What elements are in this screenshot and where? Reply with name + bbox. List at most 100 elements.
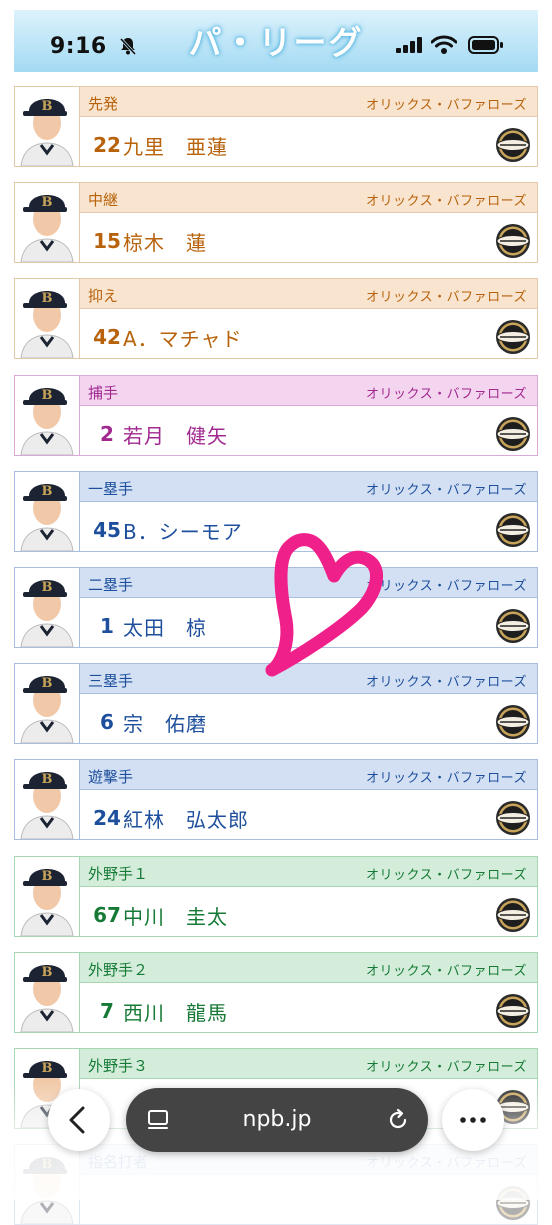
player-avatar-icon: B [20, 676, 74, 743]
svg-text:B: B [42, 1061, 53, 1076]
player-card[interactable]: B 先発 オリックス・バファローズ 22 九里 亜蓮 [14, 86, 538, 167]
player-name[interactable]: 西川 龍馬 [123, 997, 228, 1026]
svg-text:B: B [42, 580, 53, 595]
player-name[interactable]: A．マチャド [123, 323, 242, 352]
player-photo: B [15, 664, 80, 743]
wifi-icon [431, 35, 457, 54]
player-name[interactable]: 中川 圭太 [123, 901, 228, 930]
player-name[interactable]: B．シーモア [123, 516, 243, 545]
player-card[interactable]: B 三塁手 オリックス・バファローズ 6 宗 佑磨 [14, 663, 538, 744]
player-card[interactable]: B 抑え オリックス・バファローズ 42 A．マチャド [14, 278, 538, 359]
position-label: 遊撃手 [88, 768, 134, 786]
position-label: 中継 [88, 191, 119, 209]
svg-text:B: B [42, 195, 53, 210]
address-bar[interactable]: npb.jp [126, 1088, 428, 1152]
team-logo-icon [496, 320, 530, 354]
uniform-number: 67 [93, 903, 121, 927]
more-button[interactable] [442, 1089, 504, 1151]
position-label: 先発 [88, 95, 119, 113]
player-card[interactable]: B 遊撃手 オリックス・バファローズ 24 紅林 弘太郎 [14, 759, 538, 840]
player-avatar-icon: B [20, 99, 74, 166]
player-card[interactable]: B 一塁手 オリックス・バファローズ 45 B．シーモア [14, 471, 538, 552]
team-name: オリックス・バファローズ [366, 387, 527, 402]
player-name[interactable]: 太田 椋 [123, 612, 207, 641]
uniform-number: 15 [93, 229, 121, 253]
player-avatar-icon: B [20, 772, 74, 839]
team-name: オリックス・バファローズ [366, 771, 527, 786]
player-photo: B [15, 472, 80, 551]
player-card[interactable]: B 二塁手 オリックス・バファローズ 1 太田 椋 [14, 567, 538, 648]
team-name: オリックス・バファローズ [366, 579, 527, 594]
position-bar: 先発 オリックス・バファローズ [80, 87, 537, 117]
player-photo: B [15, 87, 80, 166]
player-card[interactable]: B 外野手２ オリックス・バファローズ 7 西川 龍馬 [14, 952, 538, 1033]
position-bar: 外野手１ オリックス・バファローズ [80, 857, 537, 887]
player-avatar-icon: B [20, 965, 74, 1032]
player-avatar-icon: B [20, 195, 74, 262]
position-bar: 捕手 オリックス・バファローズ [80, 376, 537, 406]
player-avatar-icon: B [20, 484, 74, 551]
player-name[interactable]: 宗 佑磨 [123, 708, 207, 737]
team-name: オリックス・バファローズ [366, 194, 527, 209]
team-logo-icon [496, 417, 530, 451]
position-bar: 抑え オリックス・バファローズ [80, 279, 537, 309]
uniform-number: 42 [93, 325, 121, 349]
battery-icon [468, 36, 503, 54]
player-name[interactable]: 椋木 蓮 [123, 227, 207, 256]
uniform-number: 1 [100, 614, 114, 638]
svg-text:B: B [42, 676, 53, 691]
reload-icon[interactable] [385, 1107, 411, 1133]
uniform-number: 24 [93, 806, 121, 830]
back-button[interactable] [48, 1089, 110, 1151]
player-photo: B [15, 568, 80, 647]
chevron-left-icon [69, 1106, 85, 1134]
svg-text:B: B [42, 965, 53, 980]
player-avatar-icon: B [20, 291, 74, 358]
position-label: 外野手１ [88, 865, 149, 883]
team-name: オリックス・バファローズ [366, 483, 527, 498]
position-bar: 一塁手 オリックス・バファローズ [80, 472, 537, 502]
team-name: オリックス・バファローズ [366, 1060, 527, 1075]
team-name: オリックス・バファローズ [366, 98, 527, 113]
player-card[interactable]: B 捕手 オリックス・バファローズ 2 若月 健矢 [14, 375, 538, 456]
team-logo-icon [496, 705, 530, 739]
player-card[interactable]: B 中継 オリックス・バファローズ 15 椋木 蓮 [14, 182, 538, 263]
position-bar: 三塁手 オリックス・バファローズ [80, 664, 537, 694]
uniform-number: 2 [100, 422, 114, 446]
player-photo: B [15, 857, 80, 936]
position-bar: 中継 オリックス・バファローズ [80, 183, 537, 213]
player-name[interactable]: 紅林 弘太郎 [123, 804, 249, 833]
team-logo-icon [496, 994, 530, 1028]
uniform-number: 7 [100, 999, 114, 1023]
more-icon [460, 1117, 486, 1123]
svg-text:B: B [42, 869, 53, 884]
svg-text:B: B [42, 291, 53, 306]
player-photo: B [15, 279, 80, 358]
uniform-number: 6 [100, 710, 114, 734]
position-bar: 二塁手 オリックス・バファローズ [80, 568, 537, 598]
position-label: 外野手２ [88, 961, 149, 979]
player-avatar-icon: B [20, 869, 74, 936]
position-label: 二塁手 [88, 576, 134, 594]
svg-text:B: B [42, 484, 53, 499]
position-label: 抑え [88, 287, 119, 305]
position-bar: 外野手２ オリックス・バファローズ [80, 953, 537, 983]
player-card[interactable]: B 外野手１ オリックス・バファローズ 67 中川 圭太 [14, 856, 538, 937]
cell-signal-icon [396, 37, 422, 53]
team-name: オリックス・バファローズ [366, 675, 527, 690]
player-name[interactable]: 若月 健矢 [123, 420, 228, 449]
uniform-number: 22 [93, 133, 121, 157]
team-logo-icon [496, 513, 530, 547]
player-name[interactable]: 九里 亜蓮 [123, 131, 228, 160]
team-logo-icon [496, 898, 530, 932]
player-photo: B [15, 376, 80, 455]
position-bar: 遊撃手 オリックス・バファローズ [80, 760, 537, 790]
position-label: 三塁手 [88, 672, 134, 690]
team-name: オリックス・バファローズ [366, 868, 527, 883]
url-text[interactable]: npb.jp [126, 1107, 428, 1132]
player-photo: B [15, 760, 80, 839]
team-logo-icon [496, 609, 530, 643]
team-logo-icon [496, 128, 530, 162]
player-avatar-icon: B [20, 388, 74, 455]
position-label: 一塁手 [88, 480, 134, 498]
